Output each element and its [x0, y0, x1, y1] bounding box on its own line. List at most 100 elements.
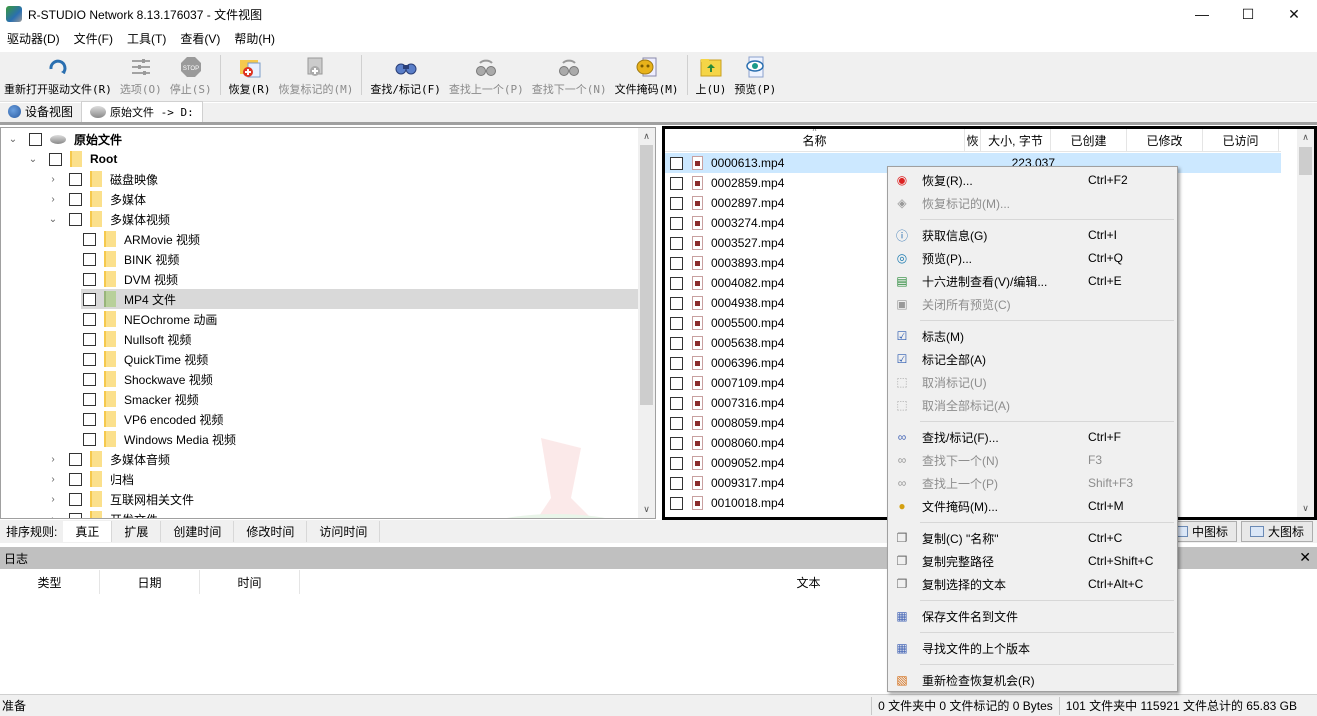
context-menu-item[interactable]: ⬚ 取消标记(U) — [888, 371, 1177, 393]
minimize-button[interactable]: — — [1179, 0, 1225, 28]
file-checkbox[interactable] — [670, 176, 683, 190]
sort-tab-real[interactable]: 真正 — [63, 521, 113, 542]
context-menu-item[interactable]: ∞ 查找下一个(N) F3 — [888, 449, 1177, 471]
tree-item[interactable]: Smacker 视频 — [1, 389, 638, 409]
context-menu-item[interactable]: ∞ 查找/标记(F)... Ctrl+F — [888, 426, 1177, 448]
tree-checkbox[interactable] — [69, 512, 82, 518]
tree-item[interactable]: NEOchrome 动画 — [1, 309, 638, 329]
log-column-type[interactable]: 类型 — [0, 570, 100, 594]
file-checkbox[interactable] — [670, 216, 683, 230]
reopen-drive-files-button[interactable]: 重新打开驱动文件(R) — [0, 53, 116, 101]
tree-item[interactable]: Nullsoft 视频 — [1, 329, 638, 349]
tree-item[interactable]: ⌄ 多媒体视频 — [1, 209, 638, 229]
file-checkbox[interactable] — [670, 456, 683, 470]
file-checkbox[interactable] — [670, 156, 683, 170]
scroll-up-arrow[interactable]: ∧ — [1297, 129, 1314, 146]
tree-checkbox[interactable] — [83, 252, 96, 266]
column-accessed[interactable]: 已访问 — [1203, 129, 1279, 152]
context-menu-item[interactable]: ⓘ 获取信息(G) Ctrl+I — [888, 224, 1177, 246]
find-previous-button[interactable]: 查找上一个(P) — [445, 53, 528, 101]
file-checkbox[interactable] — [670, 316, 683, 330]
menu-help[interactable]: 帮助(H) — [227, 28, 282, 50]
file-checkbox[interactable] — [670, 356, 683, 370]
chevron-right-icon[interactable]: › — [47, 453, 59, 465]
tree-checkbox[interactable] — [83, 272, 96, 286]
tree-checkbox[interactable] — [69, 472, 82, 486]
tree-scrollbar[interactable]: ∧ ∨ — [638, 128, 655, 518]
tree-checkbox[interactable] — [69, 192, 82, 206]
tree-checkbox[interactable] — [29, 132, 42, 146]
tree-checkbox[interactable] — [83, 352, 96, 366]
file-checkbox[interactable] — [670, 476, 683, 490]
find-next-button[interactable]: 查找下一个(N) — [528, 53, 611, 101]
log-column-time[interactable]: 时间 — [200, 570, 300, 594]
scroll-thumb[interactable] — [640, 145, 653, 405]
file-checkbox[interactable] — [670, 276, 683, 290]
maximize-button[interactable]: ☐ — [1225, 0, 1271, 28]
tree-item[interactable]: ARMovie 视频 — [1, 229, 638, 249]
context-menu-item[interactable]: ❐ 复制(C) "名称" Ctrl+C — [888, 527, 1177, 549]
chevron-right-icon[interactable]: › — [47, 173, 59, 185]
close-button[interactable]: ✕ — [1271, 0, 1317, 28]
file-checkbox[interactable] — [670, 436, 683, 450]
file-checkbox[interactable] — [670, 416, 683, 430]
column-name[interactable]: ^ 名称 — [665, 129, 965, 152]
resize-grip[interactable] — [1303, 697, 1317, 715]
scroll-down-arrow[interactable]: ∨ — [1297, 500, 1314, 517]
context-menu-item[interactable]: ▣ 关闭所有预览(C) — [888, 293, 1177, 315]
column-recovery[interactable]: 恢 — [965, 129, 981, 152]
scroll-up-arrow[interactable]: ∧ — [638, 128, 655, 145]
column-modified[interactable]: 已修改 — [1127, 129, 1203, 152]
scroll-thumb[interactable] — [1299, 147, 1312, 175]
context-menu-item[interactable]: ∞ 查找上一个(P) Shift+F3 — [888, 472, 1177, 494]
tree-checkbox[interactable] — [83, 312, 96, 326]
tree-item[interactable]: MP4 文件 — [81, 289, 638, 309]
chevron-down-icon[interactable]: ⌄ — [7, 133, 19, 145]
tree-item[interactable]: ⌄ 原始文件 — [1, 129, 638, 149]
log-close-button[interactable]: ✕ — [1299, 549, 1311, 566]
tree-item[interactable]: › 多媒体 — [1, 189, 638, 209]
menu-drives[interactable]: 驱动器(D) — [0, 28, 67, 50]
file-checkbox[interactable] — [670, 296, 683, 310]
context-menu-item[interactable]: ⬚ 取消全部标记(A) — [888, 394, 1177, 416]
file-checkbox[interactable] — [670, 396, 683, 410]
chevron-right-icon[interactable]: › — [47, 493, 59, 505]
tree-item[interactable]: ⌄ Root — [1, 149, 638, 169]
chevron-right-icon[interactable]: › — [47, 513, 59, 519]
recover-button[interactable]: 恢复(R) — [225, 53, 275, 101]
context-menu-item[interactable]: ● 文件掩码(M)... Ctrl+M — [888, 495, 1177, 517]
chevron-right-icon[interactable]: › — [47, 473, 59, 485]
tree-item[interactable]: Windows Media 视频 — [1, 429, 638, 449]
tree-checkbox[interactable] — [83, 232, 96, 246]
tree-item[interactable]: DVM 视频 — [1, 269, 638, 289]
tree-checkbox[interactable] — [83, 412, 96, 426]
tree-checkbox[interactable] — [83, 432, 96, 446]
tree-item[interactable]: › 磁盘映像 — [1, 169, 638, 189]
context-menu-item[interactable]: ▦ 保存文件名到文件 — [888, 605, 1177, 627]
context-menu-item[interactable]: ❐ 复制选择的文本 Ctrl+Alt+C — [888, 573, 1177, 595]
tree-checkbox[interactable] — [69, 212, 82, 226]
file-checkbox[interactable] — [670, 336, 683, 350]
tree-item[interactable]: VP6 encoded 视频 — [1, 409, 638, 429]
context-menu-item[interactable]: ❐ 复制完整路径 Ctrl+Shift+C — [888, 550, 1177, 572]
scroll-down-arrow[interactable]: ∨ — [638, 501, 655, 518]
sort-tab-extension[interactable]: 扩展 — [112, 521, 162, 542]
context-menu-item[interactable]: ◎ 预览(P)... Ctrl+Q — [888, 247, 1177, 269]
log-column-date[interactable]: 日期 — [100, 570, 200, 594]
tree-item[interactable]: BINK 视频 — [1, 249, 638, 269]
file-checkbox[interactable] — [670, 196, 683, 210]
context-menu-item[interactable]: ◉ 恢复(R)... Ctrl+F2 — [888, 169, 1177, 191]
tab-device-view[interactable]: 设备视图 — [0, 101, 81, 122]
tab-raw-files[interactable]: 原始文件 -> D: — [81, 101, 203, 122]
tree-checkbox[interactable] — [83, 292, 96, 306]
sort-tab-created[interactable]: 创建时间 — [161, 521, 235, 542]
context-menu-item[interactable]: ☑ 标记全部(A) — [888, 348, 1177, 370]
tree-item[interactable]: › 开发文件 — [1, 509, 638, 519]
file-checkbox[interactable] — [670, 236, 683, 250]
menu-view[interactable]: 查看(V) — [173, 28, 227, 50]
tree-checkbox[interactable] — [83, 372, 96, 386]
large-icons-button[interactable]: 大图标 — [1240, 521, 1313, 542]
file-checkbox[interactable] — [670, 496, 683, 510]
menu-file[interactable]: 文件(F) — [67, 28, 120, 50]
up-button[interactable]: 上(U) — [692, 53, 731, 101]
